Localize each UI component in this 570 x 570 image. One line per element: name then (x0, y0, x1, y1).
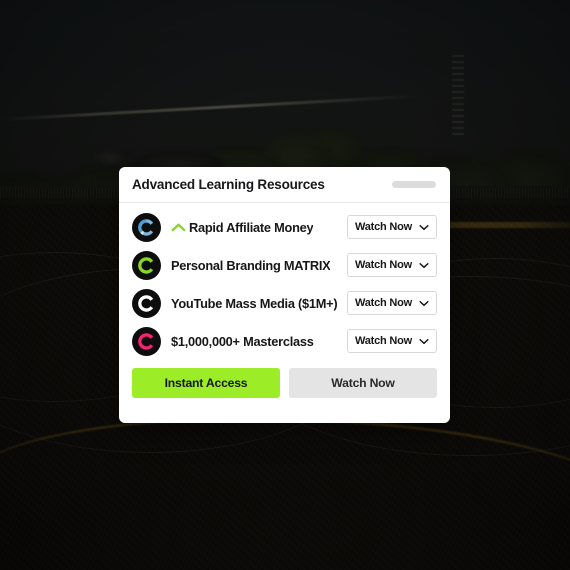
watch-now-dropdown[interactable]: Watch Now (347, 253, 437, 277)
list-item[interactable]: Personal Branding MATRIX Watch Now (132, 246, 437, 284)
list-item-label-wrap: $1,000,000+ Masterclass (171, 334, 347, 349)
circle-c-logo-icon (132, 288, 161, 318)
circle-c-logo-icon (132, 250, 161, 280)
card-footer: Instant Access Watch Now (119, 360, 450, 411)
card-header: Advanced Learning Resources (119, 167, 450, 203)
watch-now-dropdown-label: Watch Now (354, 297, 413, 309)
watch-now-dropdown[interactable]: Watch Now (347, 291, 437, 315)
list-item-label-wrap: YouTube Mass Media ($1M+) (171, 296, 347, 311)
list-item[interactable]: Rapid Affiliate Money Watch Now (132, 208, 437, 246)
learning-resources-card: Advanced Learning Resources Rapid Affili… (119, 167, 450, 423)
page-title: Advanced Learning Resources (132, 177, 325, 192)
watch-now-dropdown[interactable]: Watch Now (347, 329, 437, 353)
chevron-up-icon (171, 221, 186, 233)
chevron-down-icon (419, 224, 429, 231)
circle-c-logo-icon (132, 212, 161, 242)
list-item-label: YouTube Mass Media ($1M+) (171, 295, 338, 311)
watch-now-dropdown-label: Watch Now (354, 335, 413, 347)
instant-access-button[interactable]: Instant Access (132, 368, 280, 398)
chevron-down-icon (419, 262, 429, 269)
watch-now-button[interactable]: Watch Now (289, 368, 437, 398)
list-item[interactable]: $1,000,000+ Masterclass Watch Now (132, 322, 437, 360)
list-item-label-wrap: Rapid Affiliate Money (171, 220, 347, 235)
chevron-down-icon (419, 338, 429, 345)
chevron-down-icon (419, 300, 429, 307)
list-item-label-wrap: Personal Branding MATRIX (171, 258, 347, 273)
watch-now-dropdown-label: Watch Now (354, 259, 413, 271)
list-item-label: $1,000,000+ Masterclass (171, 333, 314, 349)
list-item-label: Personal Branding MATRIX (171, 257, 331, 273)
circle-c-logo-icon (132, 326, 161, 356)
list-item-label: Rapid Affiliate Money (189, 219, 314, 235)
header-skeleton-pill (392, 181, 436, 188)
list-item[interactable]: YouTube Mass Media ($1M+) Watch Now (132, 284, 437, 322)
watch-now-dropdown[interactable]: Watch Now (347, 215, 437, 239)
resource-list: Rapid Affiliate Money Watch Now Personal… (119, 203, 450, 360)
watch-now-dropdown-label: Watch Now (354, 221, 413, 233)
